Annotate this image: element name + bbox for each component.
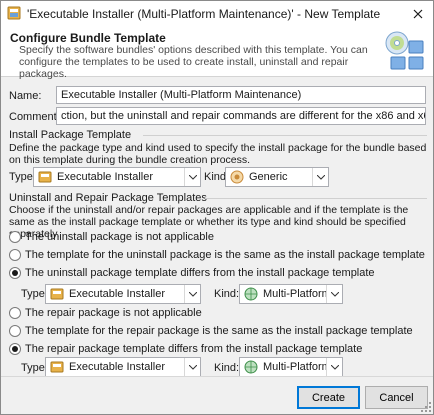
multi-platform-icon [244,360,258,374]
repair-type-value: Executable Installer [69,361,165,373]
close-button[interactable] [407,4,429,24]
chevron-down-icon [184,285,200,303]
radio-button[interactable] [9,231,21,243]
uninstall-differs-radio[interactable]: The uninstall package template differs f… [9,265,375,281]
uninstall-kind-value: Multi-Platform [263,288,326,300]
radio-label: The repair package template differs from… [25,343,363,355]
chevron-down-icon [312,168,328,186]
uninstall-type-label: Type: [21,288,48,300]
executable-installer-icon [38,171,52,183]
resize-grip-icon[interactable] [421,402,431,412]
radio-button-selected[interactable] [9,343,21,355]
chevron-down-icon [326,358,342,376]
name-label: Name: [9,90,42,102]
comment-field[interactable]: ction, but the uninstall and repair comm… [56,107,426,125]
window-title: 'Executable Installer (Multi-Platform Ma… [27,7,381,21]
chevron-down-icon [326,285,342,303]
repair-type-select[interactable]: Executable Installer [45,357,201,377]
chevron-down-icon [184,358,200,376]
radio-button[interactable] [9,249,21,261]
repair-kind-select[interactable]: Multi-Platform [239,357,343,377]
repair-kind-label: Kind: [214,362,240,374]
maintenance-section-divider [205,198,427,199]
comment-label: Comment: [9,111,60,123]
uninstall-type-value: Executable Installer [69,288,165,300]
title-bar: 'Executable Installer (Multi-Platform Ma… [1,1,433,27]
radio-button[interactable] [9,307,21,319]
multi-platform-icon [244,287,258,301]
install-type-label: Type: [9,171,36,183]
installer-template-icon [7,6,21,20]
repair-kind-value: Multi-Platform [263,361,326,373]
generic-kind-icon [230,170,244,184]
install-type-value: Executable Installer [57,171,153,183]
repair-not-applicable-radio[interactable]: The repair package is not applicable [9,305,202,321]
executable-installer-icon [50,288,64,300]
uninstall-not-applicable-radio[interactable]: The uninstall package is not applicable [9,229,214,245]
radio-label: The repair package is not applicable [25,307,202,319]
install-type-select[interactable]: Executable Installer [33,167,201,187]
install-kind-select[interactable]: Generic [225,167,329,187]
executable-installer-icon [50,361,64,373]
cancel-button[interactable]: Cancel [365,386,428,409]
radio-label: The uninstall package is not applicable [25,231,214,243]
header-description: Specify the software bundles' options de… [19,44,368,80]
chevron-down-icon [184,168,200,186]
repair-type-label: Type: [21,362,48,374]
install-section-description: Define the package type and kind used to… [9,142,427,166]
install-section-title: Install Package Template [9,129,132,141]
close-icon [413,9,423,19]
wizard-header: Configure Bundle Template Specify the so… [1,27,433,80]
uninstall-same-as-install-radio[interactable]: The template for the uninstall package i… [9,247,425,263]
name-field[interactable]: Executable Installer (Multi-Platform Mai… [56,86,426,104]
create-button[interactable]: Create [297,386,360,409]
uninstall-type-select[interactable]: Executable Installer [45,284,201,304]
radio-label: The template for the repair package is t… [25,325,413,337]
radio-label: The uninstall package template differs f… [25,267,375,279]
uninstall-kind-label: Kind: [214,288,240,300]
radio-button-selected[interactable] [9,267,21,279]
header-title: Configure Bundle Template [10,31,166,45]
install-kind-value: Generic [249,171,288,183]
radio-button[interactable] [9,325,21,337]
disc-bundle-icon [385,31,424,70]
new-template-dialog: 'Executable Installer (Multi-Platform Ma… [0,0,434,415]
maintenance-section-title: Uninstall and Repair Package Templates [9,192,207,204]
dialog-footer: Create Cancel [1,376,433,414]
uninstall-kind-select[interactable]: Multi-Platform [239,284,343,304]
install-section-divider [143,135,427,136]
repair-differs-radio[interactable]: The repair package template differs from… [9,341,362,357]
repair-same-as-install-radio[interactable]: The template for the repair package is t… [9,323,413,339]
radio-label: The template for the uninstall package i… [25,249,425,261]
